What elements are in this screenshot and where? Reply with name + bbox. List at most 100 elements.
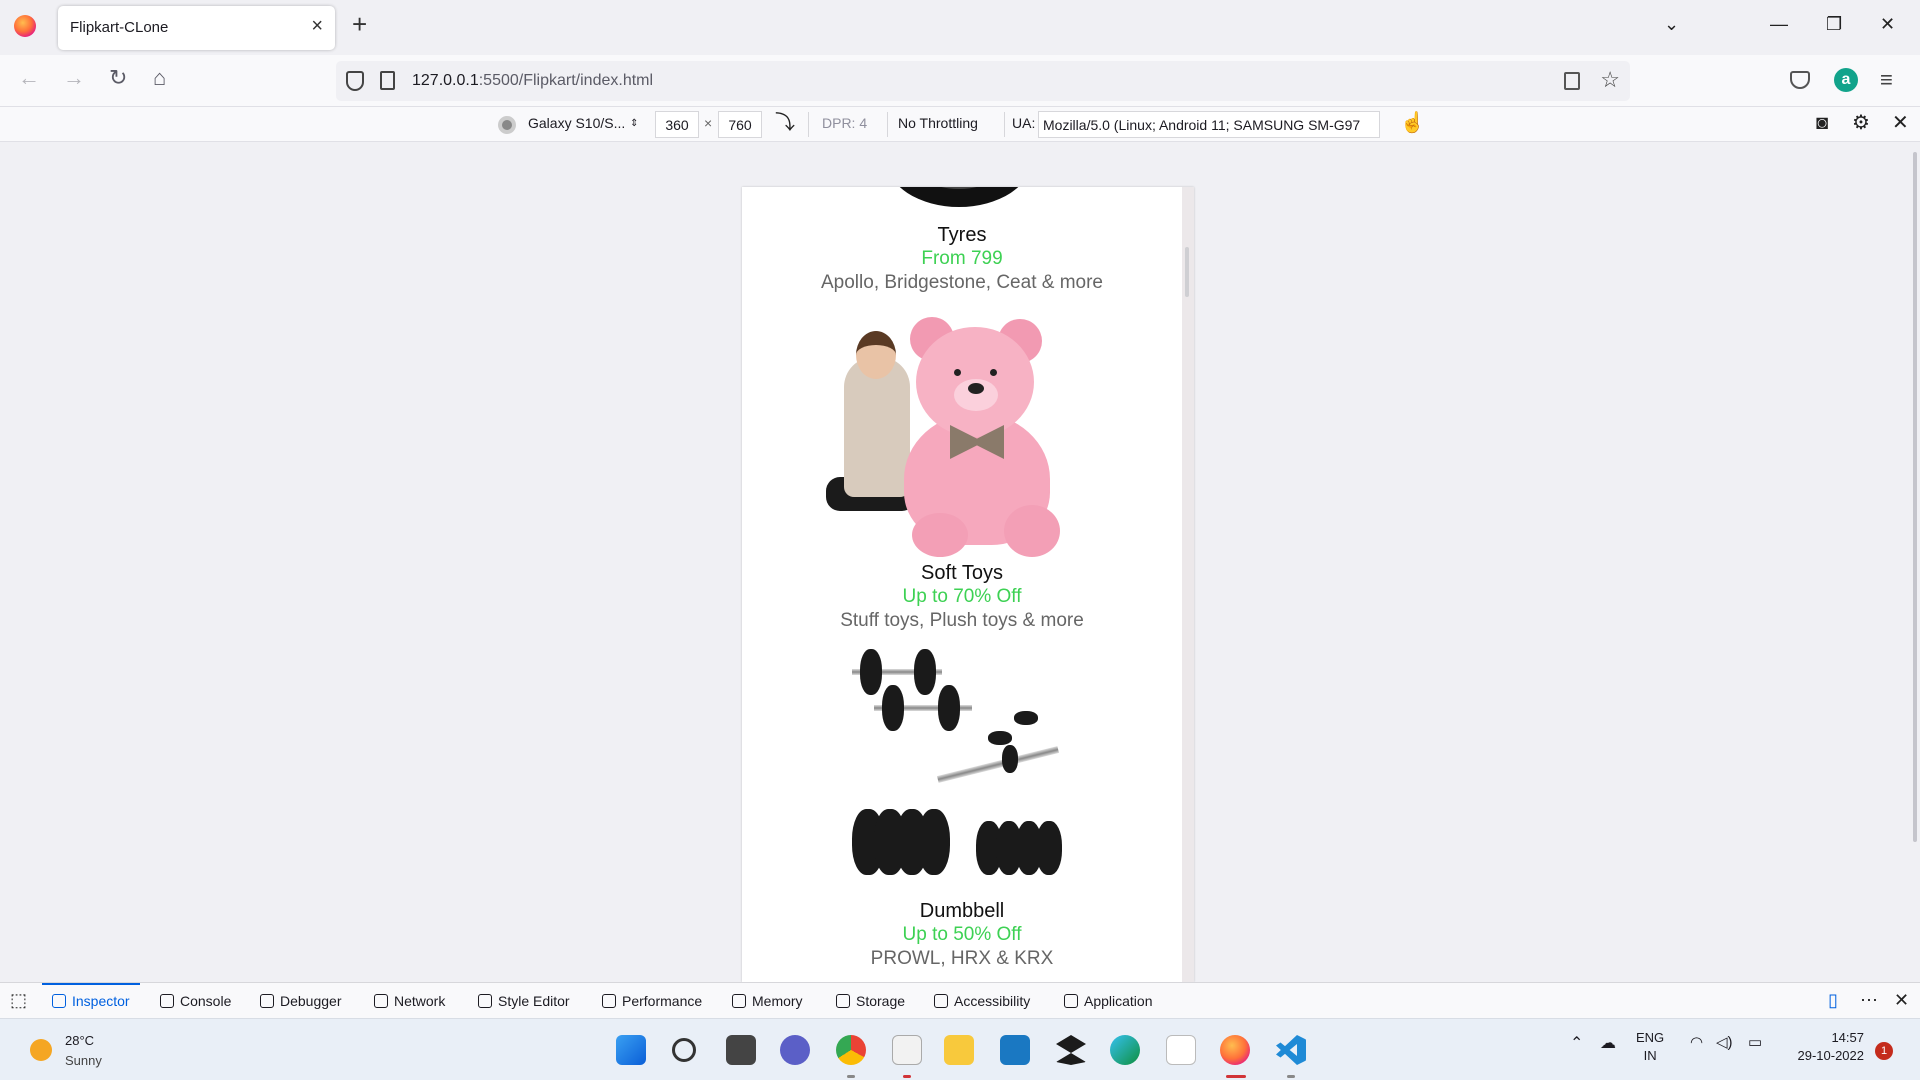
tab-console[interactable]: Console bbox=[160, 983, 231, 1018]
devtools-close-icon[interactable]: ✕ bbox=[1894, 991, 1909, 1009]
tab-network[interactable]: Network bbox=[374, 983, 445, 1018]
url-text[interactable]: 127.0.0.1:5500/Flipkart/index.html bbox=[412, 72, 653, 90]
tab-strip: Flipkart-CLone × + ⌄ — ❐ ✕ bbox=[0, 0, 1920, 55]
browser-tab[interactable]: Flipkart-CLone × bbox=[58, 6, 335, 50]
toolbar-divider bbox=[1004, 112, 1005, 137]
ua-label: UA: bbox=[1012, 115, 1036, 131]
firefox-taskbar-icon[interactable] bbox=[1220, 1035, 1250, 1065]
tab-performance[interactable]: Performance bbox=[602, 983, 702, 1018]
tracking-shield-icon[interactable] bbox=[346, 71, 364, 91]
device-selector[interactable]: Galaxy S10/S... bbox=[528, 115, 625, 131]
start-button-icon[interactable] bbox=[616, 1035, 646, 1065]
tab-debugger[interactable]: Debugger bbox=[260, 983, 342, 1018]
task-view-icon[interactable] bbox=[726, 1035, 756, 1065]
dock-side-icon[interactable]: ▯ bbox=[1828, 991, 1838, 1009]
battery-icon[interactable]: ▭ bbox=[1748, 1033, 1762, 1051]
weather-sun-icon[interactable] bbox=[30, 1039, 52, 1061]
navigation-bar: ← → ↻ ⌂ 127.0.0.1:5500/Flipkart/index.ht… bbox=[0, 55, 1920, 107]
onedrive-icon[interactable]: ☁ bbox=[1600, 1033, 1616, 1053]
clock[interactable]: 14:57 29-10-2022 bbox=[1788, 1029, 1865, 1065]
tab-memory[interactable]: Memory bbox=[732, 983, 803, 1018]
restore-icon[interactable]: ❐ bbox=[1826, 14, 1842, 35]
memory-icon bbox=[732, 994, 746, 1008]
dumbbell-image bbox=[852, 649, 1068, 875]
tab-accessibility[interactable]: Accessibility bbox=[934, 983, 1030, 1018]
notification-badge[interactable]: 1 bbox=[1875, 1042, 1893, 1060]
reader-view-icon[interactable] bbox=[1564, 72, 1580, 90]
device-selector-arrows-icon: ⇕ bbox=[630, 118, 639, 129]
device-scrollbar[interactable] bbox=[1182, 187, 1194, 982]
settings-gear-icon[interactable]: ⚙ bbox=[1852, 113, 1870, 133]
running-indicator bbox=[847, 1075, 855, 1078]
firefox-logo-icon bbox=[14, 15, 36, 37]
pocket-icon[interactable] bbox=[1790, 71, 1810, 89]
console-icon bbox=[160, 994, 174, 1008]
back-icon[interactable]: ← bbox=[18, 67, 40, 89]
performance-icon bbox=[602, 994, 616, 1008]
chrome-icon[interactable] bbox=[836, 1035, 866, 1065]
amazon-icon[interactable] bbox=[1166, 1035, 1196, 1065]
product-card-tyres[interactable]: Tyres From 799 Apollo, Bridgestone, Ceat… bbox=[742, 223, 1182, 295]
throttling-selector[interactable]: No Throttling bbox=[898, 115, 978, 131]
wifi-icon[interactable]: ◠ bbox=[1690, 1033, 1703, 1051]
user-agent-input[interactable]: Mozilla/5.0 (Linux; Android 11; SAMSUNG … bbox=[1038, 111, 1380, 138]
screenshot-icon[interactable]: ◙ bbox=[1816, 113, 1828, 133]
forward-icon[interactable]: → bbox=[63, 67, 85, 89]
accessibility-icon bbox=[934, 994, 948, 1008]
reload-icon[interactable]: ↻ bbox=[109, 67, 127, 89]
product-brands: Apollo, Bridgestone, Ceat & more bbox=[821, 272, 1103, 293]
edge-icon[interactable] bbox=[1110, 1035, 1140, 1065]
product-offer: Up to 50% Off bbox=[902, 924, 1022, 945]
volume-icon[interactable]: ◁) bbox=[1716, 1033, 1733, 1051]
home-icon[interactable]: ⌂ bbox=[153, 67, 166, 89]
dpr-selector[interactable]: DPR: 4 bbox=[822, 115, 867, 131]
toolbar-divider bbox=[887, 112, 888, 137]
tab-application[interactable]: Application bbox=[1064, 983, 1153, 1018]
close-rdm-icon[interactable]: ✕ bbox=[1892, 113, 1909, 133]
rotate-viewport-icon[interactable]: ⤵ bbox=[775, 113, 795, 133]
vscode-icon[interactable] bbox=[1276, 1035, 1306, 1065]
product-card-soft-toys[interactable]: Soft Toys Up to 70% Off Stuff toys, Plus… bbox=[742, 561, 1182, 633]
bookmark-star-icon[interactable]: ☆ bbox=[1600, 67, 1620, 93]
mail-icon[interactable] bbox=[1000, 1035, 1030, 1065]
account-avatar-icon[interactable]: a bbox=[1834, 68, 1858, 92]
chat-icon[interactable] bbox=[780, 1035, 810, 1065]
dimension-separator: × bbox=[704, 115, 713, 131]
tab-list-chevron-icon[interactable]: ⌄ bbox=[1664, 14, 1679, 35]
url-bar[interactable]: 127.0.0.1:5500/Flipkart/index.html ☆ bbox=[336, 61, 1630, 101]
tyre-image bbox=[886, 187, 1032, 207]
product-card-dumbbell[interactable]: Dumbbell Up to 50% Off PROWL, HRX & KRX bbox=[742, 899, 1182, 971]
page-info-icon[interactable] bbox=[380, 71, 395, 90]
network-icon bbox=[374, 994, 388, 1008]
product-offer: From 799 bbox=[921, 248, 1003, 269]
dropbox-icon[interactable] bbox=[1056, 1035, 1086, 1065]
tab-style-editor[interactable]: Style Editor bbox=[478, 983, 570, 1018]
devtools-toolbar: ⬚ Inspector Console Debugger Network Sty… bbox=[0, 982, 1920, 1018]
new-tab-icon[interactable]: + bbox=[352, 11, 367, 37]
responsive-design-toolbar: Galaxy S10/S... ⇕ 360 × 760 ⤵ DPR: 4 No … bbox=[0, 107, 1920, 142]
product-name: Tyres bbox=[937, 224, 987, 246]
tab-storage[interactable]: Storage bbox=[836, 983, 905, 1018]
weather-description[interactable]: Sunny bbox=[65, 1053, 102, 1068]
viewport-height-input[interactable]: 760 bbox=[718, 111, 762, 138]
minimize-icon[interactable]: — bbox=[1770, 14, 1788, 35]
devtools-more-icon[interactable]: ⋯ bbox=[1860, 991, 1878, 1009]
window-close-icon[interactable]: ✕ bbox=[1880, 14, 1895, 35]
weather-temperature[interactable]: 28°C bbox=[65, 1033, 94, 1048]
element-picker-icon[interactable]: ⬚ bbox=[10, 991, 27, 1009]
tab-title: Flipkart-CLone bbox=[70, 19, 169, 36]
hamburger-menu-icon[interactable]: ≡ bbox=[1880, 67, 1893, 93]
file-explorer-icon[interactable] bbox=[944, 1035, 974, 1065]
search-icon[interactable] bbox=[672, 1038, 696, 1062]
paint-icon[interactable] bbox=[892, 1035, 922, 1065]
tab-inspector[interactable]: Inspector bbox=[42, 983, 140, 1018]
active-indicator bbox=[1226, 1075, 1246, 1078]
viewport-width-input[interactable]: 360 bbox=[655, 111, 699, 138]
tray-chevron-icon[interactable]: ⌃ bbox=[1570, 1033, 1583, 1053]
debugger-icon bbox=[260, 994, 274, 1008]
tab-close-icon[interactable]: × bbox=[311, 15, 323, 38]
language-indicator[interactable]: ENG IN bbox=[1636, 1029, 1664, 1065]
viewport-scrollbar[interactable] bbox=[1913, 152, 1917, 842]
touch-simulation-icon[interactable]: ☝ bbox=[1400, 113, 1425, 133]
inspector-icon bbox=[52, 994, 66, 1008]
